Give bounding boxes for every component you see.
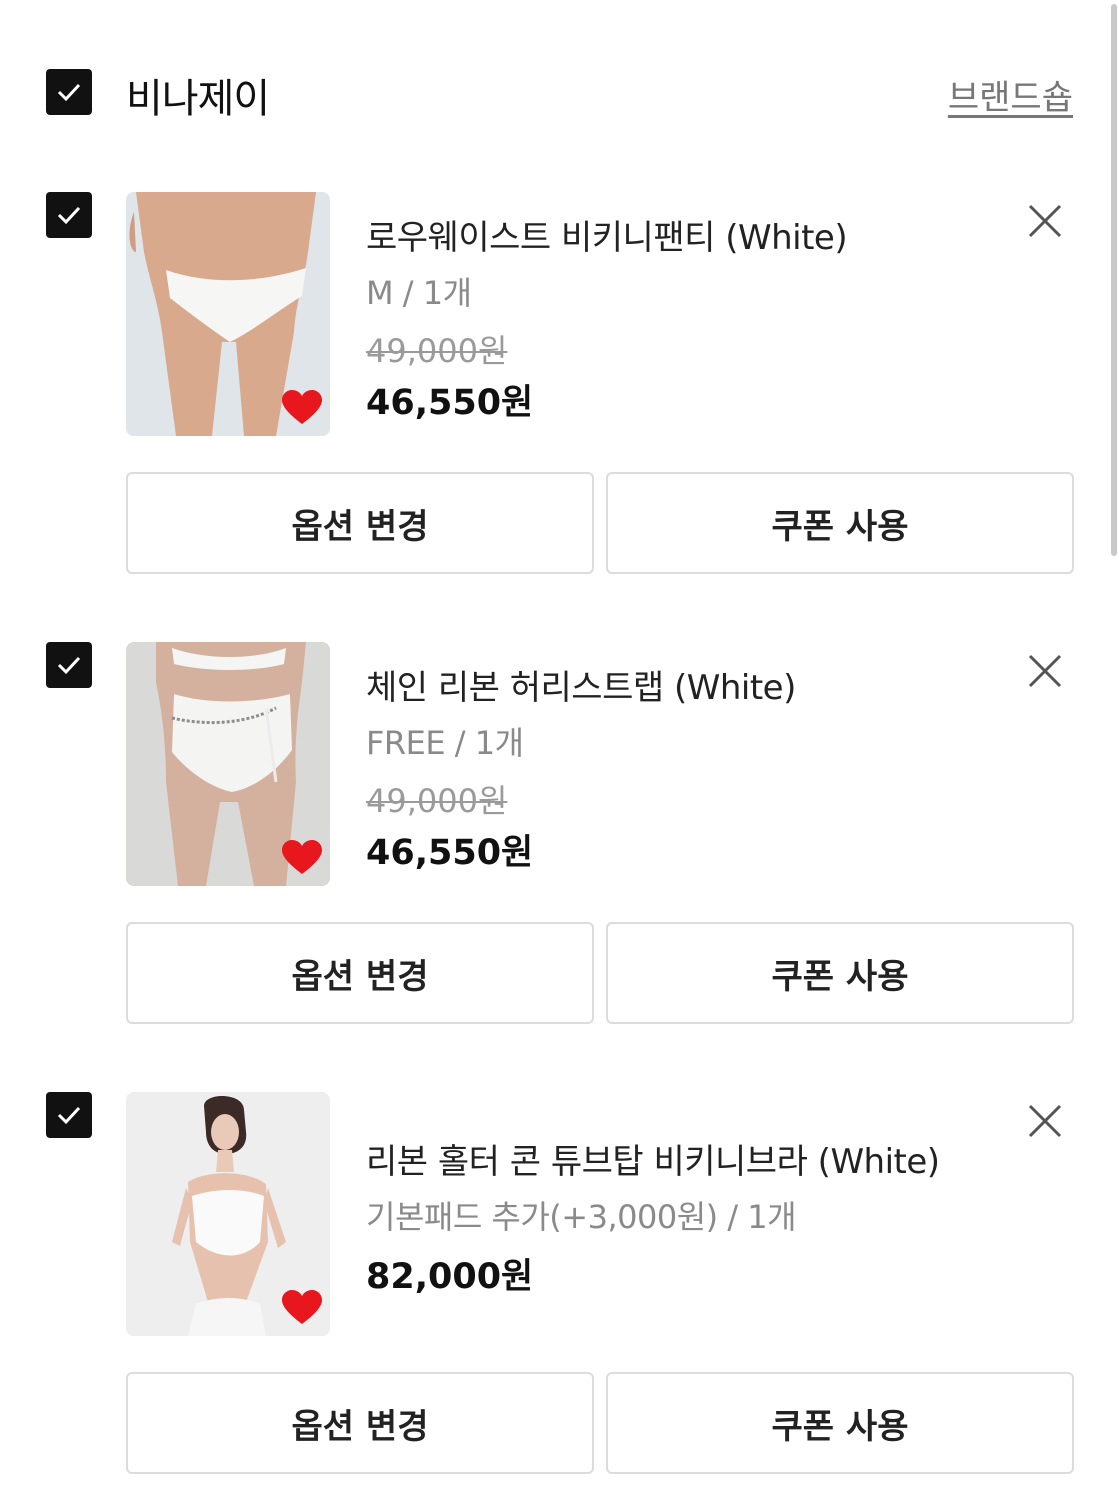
check-icon [57, 206, 81, 225]
cart-item: 로우웨이스트 비키니팬티 (White) M / 1개 49,000원 46,5… [0, 192, 1119, 642]
sale-price: 46,550원 [366, 833, 534, 873]
check-icon [57, 83, 81, 102]
product-image[interactable] [126, 642, 330, 886]
use-coupon-button[interactable]: 쿠폰 사용 [606, 1372, 1074, 1474]
change-option-button[interactable]: 옵션 변경 [126, 1372, 594, 1474]
item-title[interactable]: 로우웨이스트 비키니팬티 (White) [366, 210, 848, 259]
item-select-checkbox[interactable] [46, 192, 92, 238]
cart-item: 체인 리본 허리스트랩 (White) FREE / 1개 49,000원 46… [0, 642, 1119, 1092]
brand-name: 비나제이 [126, 76, 270, 122]
brand-header: 비나제이 브랜드숍 [0, 0, 1119, 180]
use-coupon-button[interactable]: 쿠폰 사용 [606, 472, 1074, 574]
heart-icon[interactable] [282, 1290, 322, 1326]
change-option-button[interactable]: 옵션 변경 [126, 922, 594, 1024]
check-icon [57, 656, 81, 675]
change-option-button[interactable]: 옵션 변경 [126, 472, 594, 574]
item-option: 기본패드 추가(+3,000원) / 1개 [366, 1198, 797, 1236]
remove-item-icon[interactable] [1028, 1104, 1062, 1138]
use-coupon-button[interactable]: 쿠폰 사용 [606, 922, 1074, 1024]
item-select-checkbox[interactable] [46, 1092, 92, 1138]
cart-item: 리본 홀터 콘 튜브탑 비키니브라 (White) 기본패드 추가(+3,000… [0, 1092, 1119, 1500]
remove-item-icon[interactable] [1028, 654, 1062, 688]
item-option: M / 1개 [366, 274, 472, 312]
item-title[interactable]: 체인 리본 허리스트랩 (White) [366, 660, 796, 709]
check-icon [57, 1106, 81, 1125]
brand-shop-link[interactable]: 브랜드숍 [948, 70, 1073, 119]
product-image[interactable] [126, 192, 330, 436]
item-option: FREE / 1개 [366, 724, 524, 762]
original-price: 49,000원 [366, 782, 508, 820]
sale-price: 82,000원 [366, 1257, 534, 1297]
sale-price: 46,550원 [366, 383, 534, 423]
remove-item-icon[interactable] [1028, 204, 1062, 238]
heart-icon[interactable] [282, 840, 322, 876]
product-image[interactable] [126, 1092, 330, 1336]
scrollbar[interactable] [1109, 0, 1119, 560]
item-title[interactable]: 리본 홀터 콘 튜브탑 비키니브라 (White) [366, 1134, 940, 1183]
heart-icon[interactable] [282, 390, 322, 426]
item-select-checkbox[interactable] [46, 642, 92, 688]
scrollbar-thumb[interactable] [1111, 4, 1117, 556]
brand-select-checkbox[interactable] [46, 69, 92, 115]
original-price: 49,000원 [366, 332, 508, 370]
